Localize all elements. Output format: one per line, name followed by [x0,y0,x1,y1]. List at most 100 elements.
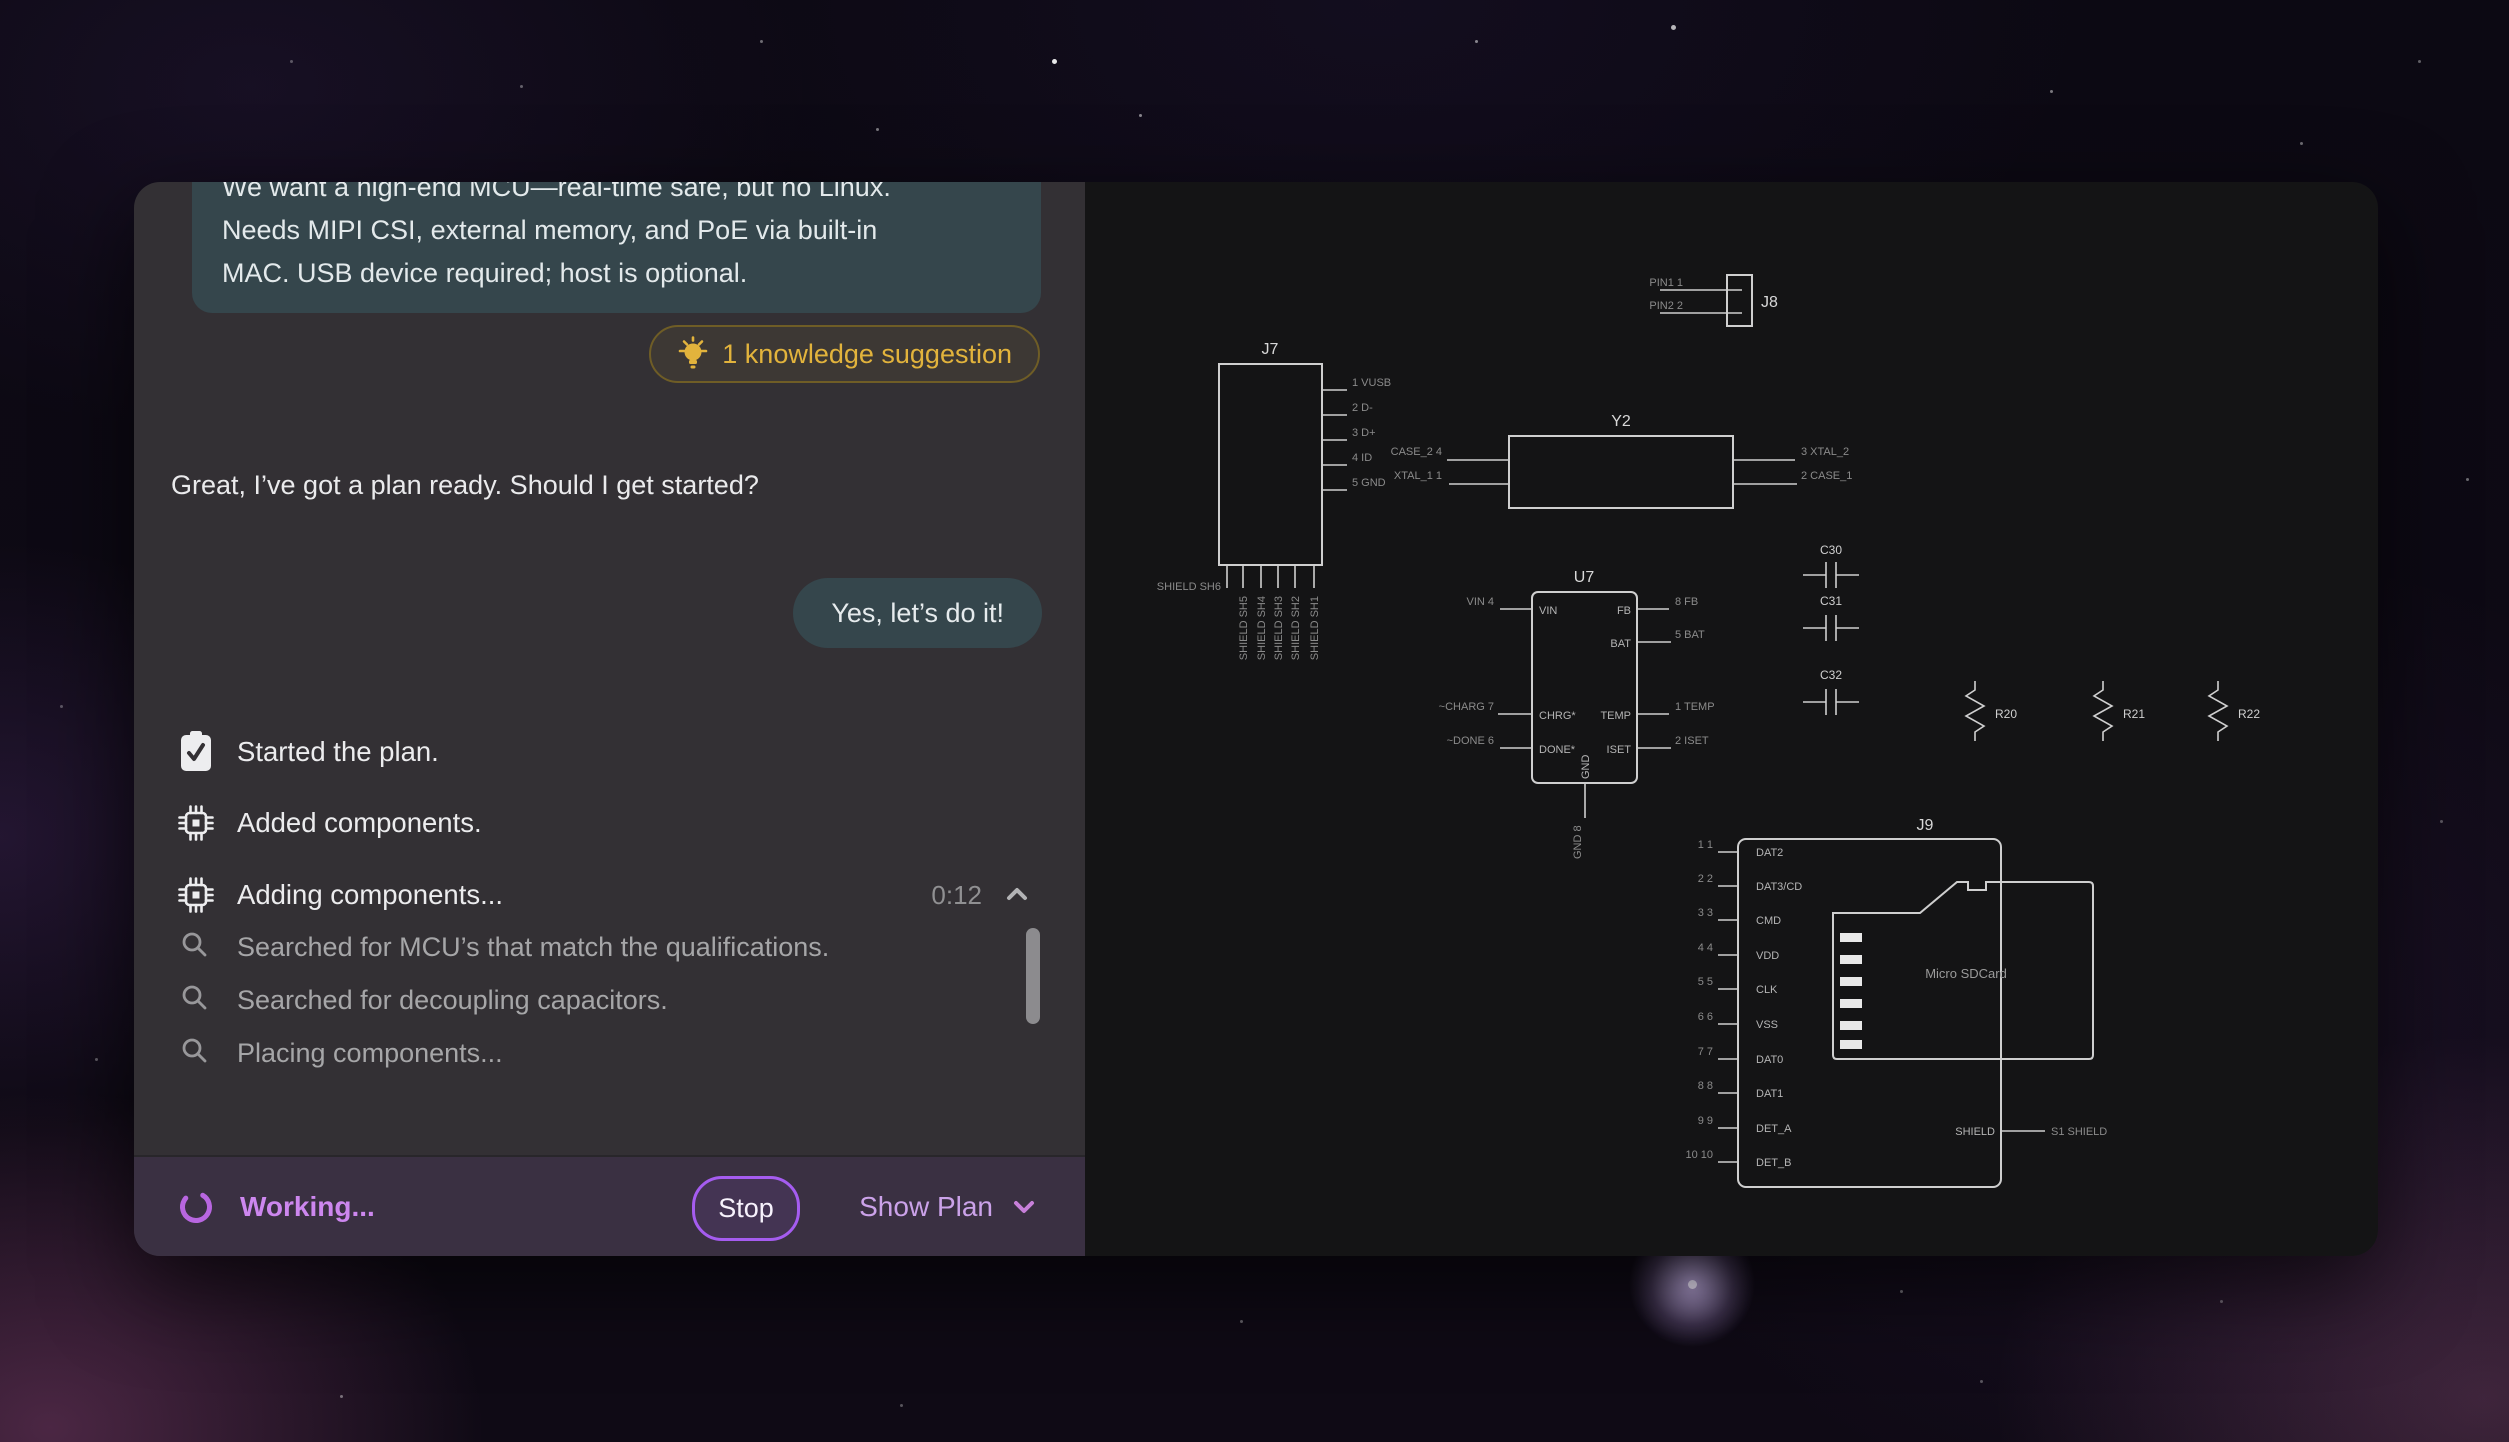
step-row-adding-components[interactable]: Adding components... 0:12 [134,873,1085,917]
working-status-text: Working... [240,1191,375,1223]
pin-number: 2 2 [1698,873,1713,885]
pin-name: VIN [1539,605,1557,617]
step-label: Adding components... [237,879,503,911]
substep-row: Placing components... [134,1033,1085,1073]
component-ref: C31 [1820,594,1842,608]
search-icon [180,983,210,1018]
pin-name: FB [1617,605,1631,617]
pin-label: 2 CASE_1 [1801,470,1852,482]
pin-name: DAT1 [1756,1088,1783,1100]
pin-label: SHIELD SH6 [1157,581,1221,593]
status-bar: Working... Stop Show Plan [134,1155,1085,1256]
pin-name: DONE* [1539,744,1576,756]
schematic-canvas[interactable]: PIN1 1 PIN2 2 J8 J7 1 VUSB 2 D- 3 D+ 4 I… [1085,182,2378,1256]
component-ref: R20 [1995,707,2017,721]
pin-label: 1 TEMP [1675,701,1715,713]
pin-name: SHIELD [1955,1126,1995,1138]
component-j7[interactable]: J7 1 VUSB 2 D- 3 D+ 4 ID 5 GND [1157,341,1391,660]
pin-label: 3 XTAL_2 [1801,446,1849,458]
stop-button-label: Stop [718,1193,774,1224]
pin-number: 4 4 [1698,942,1713,954]
substep-label: Placing components... [237,1038,503,1069]
component-ref: J9 [1917,817,1934,834]
pin-label: SHIELD SH5 [1238,596,1250,660]
pin-label: 2 D- [1352,402,1373,414]
pin-name: BAT [1610,638,1631,650]
pin-number: 8 8 [1698,1080,1713,1092]
pin-label: 5 GND [1352,477,1386,489]
component-u7[interactable]: U7 VIN 4 ~CHARG 7 ~DONE 6 VIN CHRG* DONE… [1439,569,1715,859]
pin-label: 4 ID [1352,452,1372,464]
app-window: We want a high-end MCU—real-time safe, b… [134,182,2378,1256]
knowledge-suggestion-pill[interactable]: 1 knowledge suggestion [649,325,1040,383]
chip-icon [176,873,216,917]
component-r20[interactable]: R20 [1966,681,2017,741]
pin-name: DET_A [1756,1123,1792,1135]
pin-name: DAT0 [1756,1054,1783,1066]
pin-label: 1 VUSB [1352,377,1391,389]
substep-label: Searched for decoupling capacitors. [237,985,668,1016]
substep-row: Searched for decoupling capacitors. [134,980,1085,1020]
pin-name: CMD [1756,915,1781,927]
pin-number: 7 7 [1698,1046,1713,1058]
step-label: Added components. [237,807,482,839]
pin-name: DAT3/CD [1756,881,1802,893]
pin-number: 3 3 [1698,907,1713,919]
step-row-added-components: Added components. [134,801,1085,845]
bright-star-glow [1688,1280,1697,1289]
pin-name: CHRG* [1539,710,1576,722]
pin-label: SHIELD SH1 [1309,596,1321,660]
component-j8[interactable]: PIN1 1 PIN2 2 J8 [1649,275,1778,326]
working-indicator: Working... [178,1157,375,1256]
pin-name: CLK [1756,984,1778,996]
chevron-down-icon [1011,1196,1037,1218]
show-plan-label: Show Plan [859,1191,993,1223]
pin-label: 3 D+ [1352,427,1376,439]
clipboard-check-icon [176,730,216,774]
lightbulb-icon [677,336,709,372]
component-y2[interactable]: Y2 CASE_2 4 XTAL_1 1 3 XTAL_2 2 CASE_1 [1391,413,1853,508]
pin-number: 5 5 [1698,976,1713,988]
component-r21[interactable]: R21 [2094,681,2145,741]
substep-row: Searched for MCU’s that match the qualif… [134,927,1085,967]
pin-name: TEMP [1600,710,1631,722]
scrollbar-thumb[interactable] [1026,928,1040,1024]
chip-icon [176,801,216,845]
pin-name: ISET [1607,744,1632,756]
pin-number: 9 9 [1698,1115,1713,1127]
component-ref: C32 [1820,668,1842,682]
pin-label: PIN2 2 [1649,300,1683,312]
search-icon [180,1036,210,1071]
spinner-icon [178,1189,214,1225]
user-message-line: We want a high-end MCU—real-time safe, b… [222,182,1011,209]
pin-label: S1 SHIELD [2051,1126,2107,1138]
step-timer: 0:12 [931,880,982,911]
component-ref: R22 [2238,707,2260,721]
assistant-message: Great, I’ve got a plan ready. Should I g… [171,470,759,501]
pin-label: CASE_2 4 [1391,446,1442,458]
pin-name: GND [1580,755,1592,780]
knowledge-suggestion-label: 1 knowledge suggestion [722,339,1012,370]
search-icon [180,930,210,965]
component-c30[interactable]: C30 [1803,543,1859,588]
component-r22[interactable]: R22 [2209,681,2260,741]
pin-name: DET_B [1756,1157,1791,1169]
step-row-started-plan: Started the plan. [134,730,1085,774]
component-j9[interactable]: J9 1 1 2 2 3 3 4 4 5 5 6 [1685,817,2107,1187]
user-message-line: Needs MIPI CSI, external memory, and PoE… [222,209,1011,252]
user-reply-text: Yes, let’s do it! [831,598,1004,629]
pin-number: 10 10 [1685,1149,1713,1161]
component-c31[interactable]: C31 [1803,594,1859,641]
component-ref: R21 [2123,707,2145,721]
show-plan-button[interactable]: Show Plan [859,1157,1037,1256]
pin-label: SHIELD SH2 [1290,596,1302,660]
stop-button[interactable]: Stop [692,1176,800,1241]
pin-label: ~CHARG 7 [1439,701,1494,713]
pin-label: ~DONE 6 [1447,735,1494,747]
component-c32[interactable]: C32 [1803,668,1859,715]
user-message-bubble: We want a high-end MCU—real-time safe, b… [192,182,1041,313]
chevron-up-icon[interactable] [1004,883,1030,910]
pin-number: 6 6 [1698,1011,1713,1023]
pin-label: 5 BAT [1675,629,1705,641]
pin-label: XTAL_1 1 [1394,470,1442,482]
